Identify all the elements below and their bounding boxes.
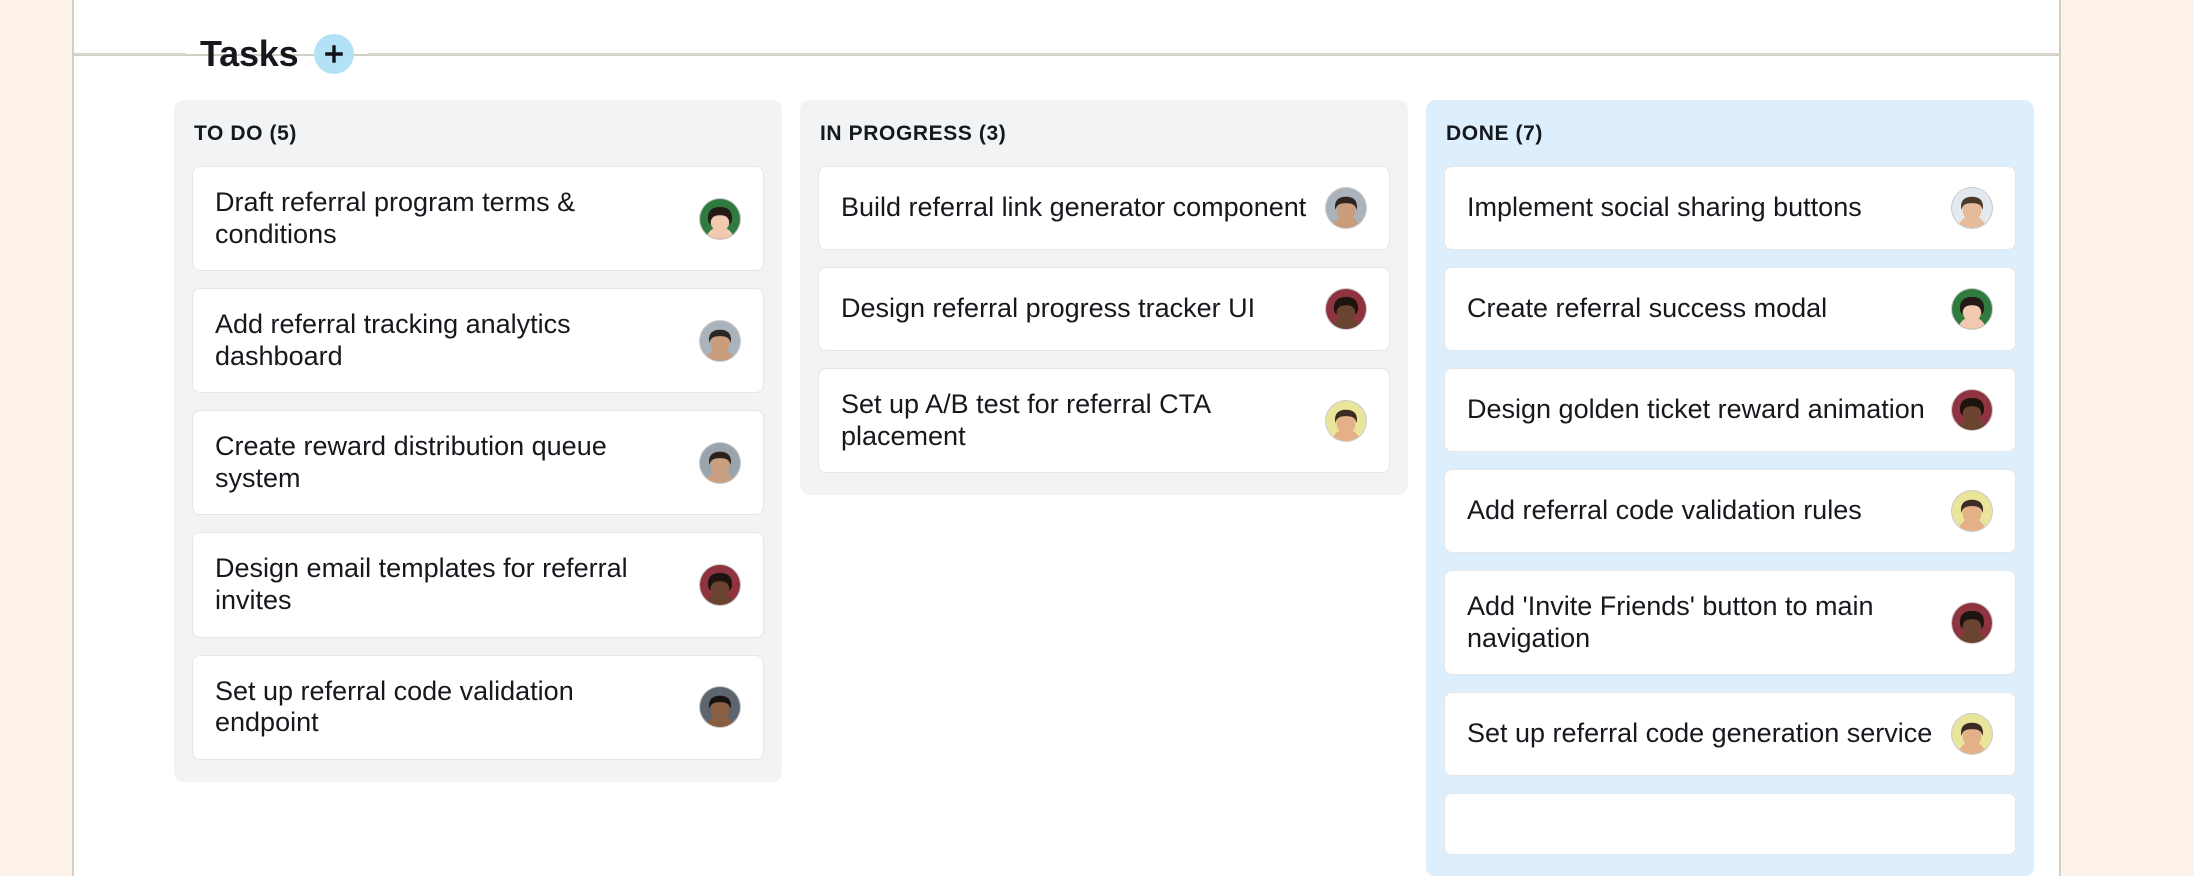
task-card[interactable]: Set up referral code validation endpoint bbox=[192, 655, 764, 760]
assignee-avatar[interactable] bbox=[1325, 187, 1367, 229]
task-card-title: Add 'Invite Friends' button to main navi… bbox=[1467, 591, 1933, 654]
kanban-board: TO DO (5) Draft referral program terms & … bbox=[174, 100, 2054, 876]
column-todo: TO DO (5) Draft referral program terms & … bbox=[174, 100, 782, 782]
column-header-done: DONE (7) bbox=[1444, 122, 2016, 146]
assignee-avatar[interactable] bbox=[1951, 288, 1993, 330]
task-card[interactable]: Draft referral program terms & condition… bbox=[192, 166, 764, 271]
column-header-in-progress: IN PROGRESS (3) bbox=[818, 122, 1390, 146]
header-rule-right bbox=[368, 53, 2059, 55]
header-rule-left bbox=[74, 53, 186, 55]
assignee-avatar[interactable] bbox=[1951, 389, 1993, 431]
plus-icon bbox=[323, 43, 345, 65]
page-title: Tasks bbox=[200, 36, 298, 72]
task-card[interactable]: Design golden ticket reward animation bbox=[1444, 368, 2016, 452]
assignee-avatar[interactable] bbox=[699, 686, 741, 728]
task-card[interactable]: Set up referral code generation service bbox=[1444, 692, 2016, 776]
assignee-avatar[interactable] bbox=[1951, 713, 1993, 755]
task-card-title: Add referral tracking analytics dashboar… bbox=[215, 309, 681, 372]
task-card-title: Create referral success modal bbox=[1467, 293, 1933, 325]
task-card[interactable]: Design email templates for referral invi… bbox=[192, 532, 764, 637]
task-card-title: Build referral link generator component bbox=[841, 192, 1307, 224]
assignee-avatar[interactable] bbox=[1325, 288, 1367, 330]
assignee-avatar[interactable] bbox=[1951, 602, 1993, 644]
task-card-title: Implement social sharing buttons bbox=[1467, 192, 1933, 224]
task-card-title: Design golden ticket reward animation bbox=[1467, 394, 1933, 426]
assignee-avatar[interactable] bbox=[699, 442, 741, 484]
task-card[interactable]: Create reward distribution queue system bbox=[192, 410, 764, 515]
column-in-progress: IN PROGRESS (3) Build referral link gener… bbox=[800, 100, 1408, 495]
task-card[interactable]: Set up A/B test for referral CTA placeme… bbox=[818, 368, 1390, 473]
task-card[interactable]: Build referral link generator component bbox=[818, 166, 1390, 250]
assignee-avatar[interactable] bbox=[1951, 187, 1993, 229]
task-card[interactable] bbox=[1444, 793, 2016, 855]
task-card-title: Add referral code validation rules bbox=[1467, 495, 1933, 527]
assignee-avatar[interactable] bbox=[1325, 400, 1367, 442]
assignee-avatar[interactable] bbox=[1951, 490, 1993, 532]
task-card[interactable]: Add referral tracking analytics dashboar… bbox=[192, 288, 764, 393]
content-area: Tasks TO DO (5) Draft referral program te… bbox=[72, 0, 2061, 876]
task-card-title: Set up referral code validation endpoint bbox=[215, 676, 681, 739]
tasks-header: Tasks bbox=[74, 22, 2059, 86]
assignee-avatar[interactable] bbox=[699, 564, 741, 606]
assignee-avatar[interactable] bbox=[699, 320, 741, 362]
task-card-title: Set up referral code generation service bbox=[1467, 718, 1933, 750]
task-card-title: Design referral progress tracker UI bbox=[841, 293, 1307, 325]
task-card-title: Draft referral program terms & condition… bbox=[215, 187, 681, 250]
task-card[interactable]: Add referral code validation rules bbox=[1444, 469, 2016, 553]
app-root: Tasks TO DO (5) Draft referral program te… bbox=[0, 0, 2194, 876]
task-card-title: Set up A/B test for referral CTA placeme… bbox=[841, 389, 1307, 452]
task-card[interactable]: Add 'Invite Friends' button to main navi… bbox=[1444, 570, 2016, 675]
task-card[interactable]: Implement social sharing buttons bbox=[1444, 166, 2016, 250]
task-card-title: Create reward distribution queue system bbox=[215, 431, 681, 494]
column-header-todo: TO DO (5) bbox=[192, 122, 764, 146]
task-card[interactable]: Create referral success modal bbox=[1444, 267, 2016, 351]
add-task-button[interactable] bbox=[314, 34, 354, 74]
assignee-avatar[interactable] bbox=[699, 198, 741, 240]
column-done: DONE (7) Implement social sharing buttons… bbox=[1426, 100, 2034, 876]
task-card[interactable]: Design referral progress tracker UI bbox=[818, 267, 1390, 351]
task-card-title: Design email templates for referral invi… bbox=[215, 553, 681, 616]
